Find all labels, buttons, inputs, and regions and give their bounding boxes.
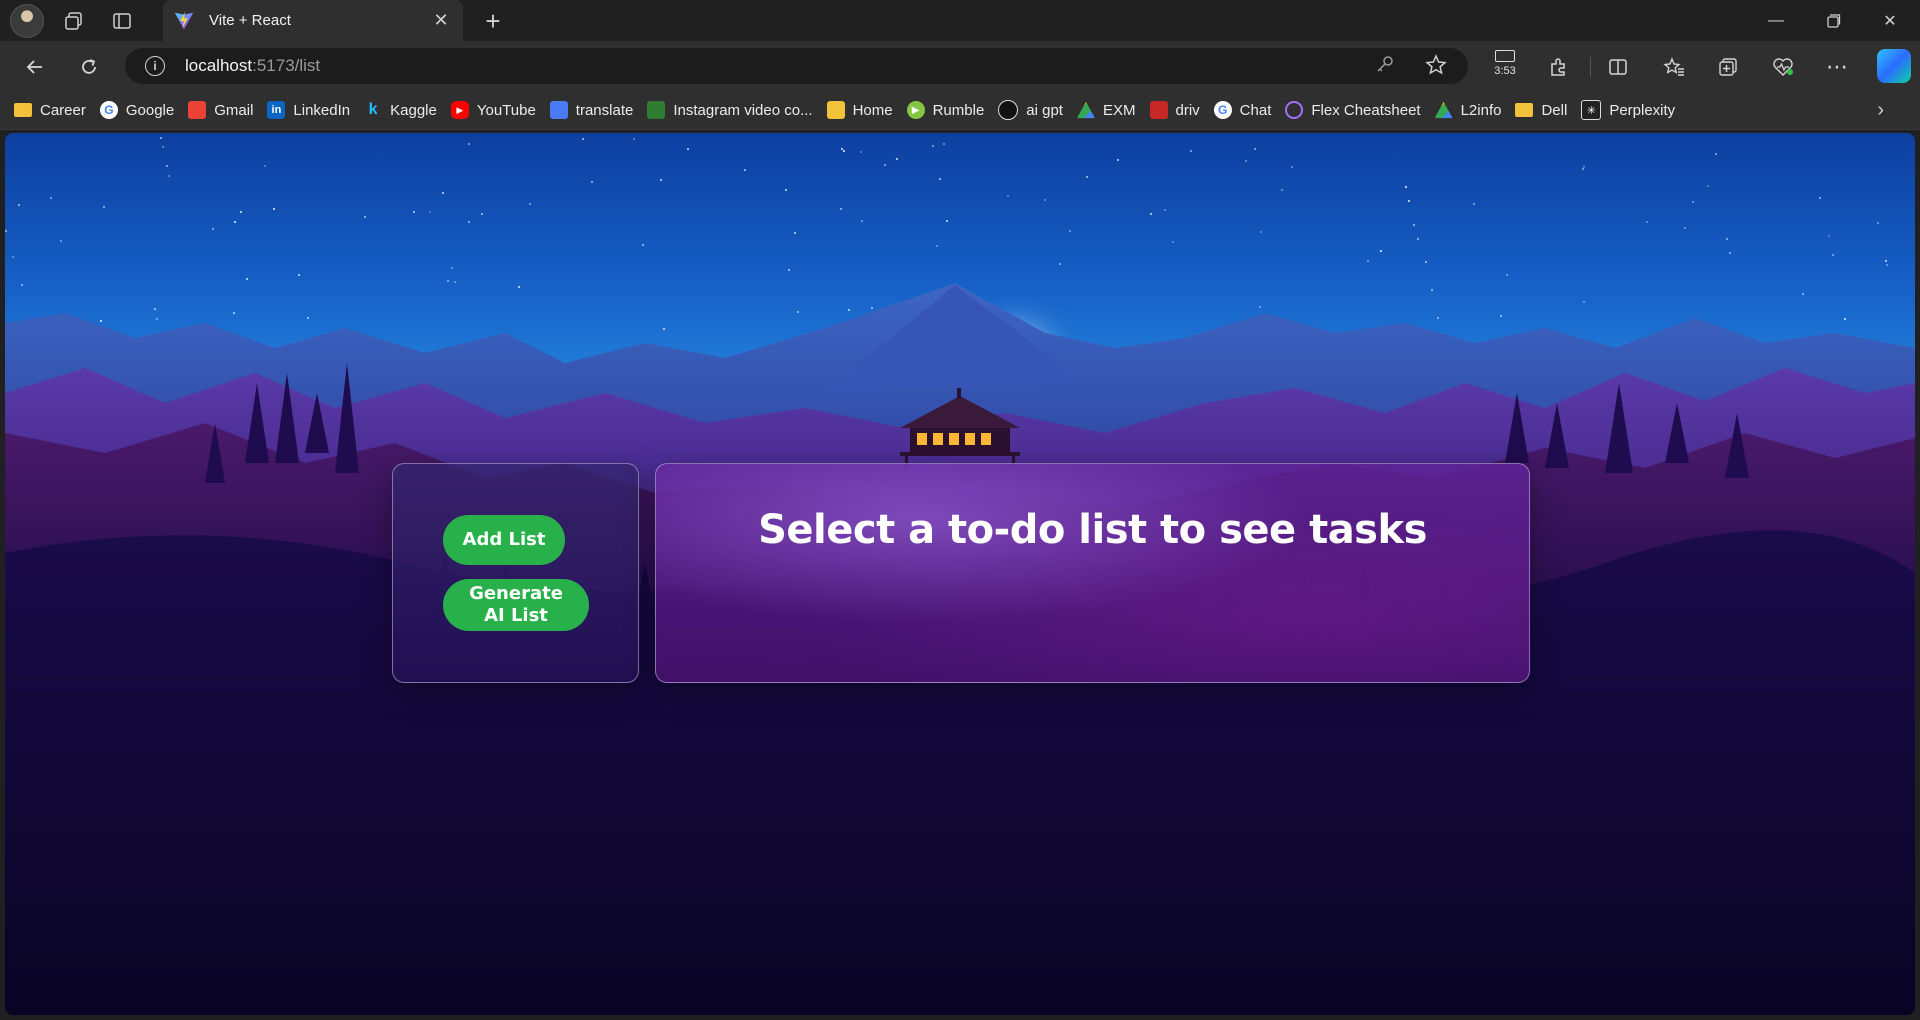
drive-icon [1434, 101, 1453, 119]
instagram-video-icon [647, 101, 666, 119]
bookmark-item[interactable]: translate [549, 101, 634, 119]
restore-icon[interactable] [1806, 0, 1862, 41]
favorite-star-icon[interactable] [1425, 54, 1447, 81]
bookmark-label: Dell [1541, 101, 1568, 119]
clock-text: 3:53 [1494, 65, 1516, 77]
google-icon: G [99, 101, 118, 119]
kaggle-icon: k [368, 101, 378, 118]
bookmark-label: driv [1175, 101, 1200, 119]
toolbar-separator [1590, 57, 1591, 77]
collections-icon[interactable] [1711, 50, 1745, 84]
bookmark-label: Gmail [214, 101, 254, 119]
bookmark-label: Chat [1239, 101, 1272, 119]
linkedin-icon: in [267, 101, 286, 119]
bookmark-item[interactable]: Flex Cheatsheet [1285, 101, 1421, 119]
gmail-icon [188, 101, 207, 119]
battery-icon [1495, 50, 1515, 62]
browser-essentials-icon[interactable] [1766, 50, 1800, 84]
workspaces-icon[interactable] [56, 3, 92, 39]
drive-icon [1076, 101, 1095, 119]
driv-icon [1149, 101, 1168, 119]
extensions-icon[interactable] [1541, 50, 1575, 84]
bookmark-item[interactable]: Dell [1515, 102, 1567, 119]
folder-icon [14, 103, 32, 117]
bookmark-item[interactable]: EXM [1076, 101, 1136, 119]
url-host: localhost [185, 56, 253, 75]
bookmark-item[interactable]: driv [1149, 101, 1200, 119]
google-icon: G [1213, 101, 1232, 119]
navigation-bar: i localhost:5173/list 3:53 ⋯ [0, 41, 1920, 91]
youtube-icon: ▶ [450, 101, 469, 119]
url-text[interactable]: localhost:5173/list [185, 56, 320, 76]
bookmark-item[interactable]: Instagram video co... [647, 101, 813, 119]
bookmark-item[interactable]: ai gpt [998, 100, 1063, 120]
bookmark-label: EXM [1102, 101, 1136, 119]
back-icon[interactable] [18, 50, 52, 84]
folder-icon [1515, 103, 1534, 117]
bookmark-label: Rumble [932, 101, 985, 119]
bookmark-label: LinkedIn [293, 101, 351, 119]
bookmarks-bar: Career G Google Gmail in LinkedIn k Kaggle ▶ YouT… [0, 91, 1920, 130]
tab-actions-icon[interactable] [104, 3, 140, 39]
close-tab-icon[interactable]: ✕ [427, 10, 455, 31]
tab-title: Vite + React [209, 12, 291, 29]
translate-icon [549, 101, 568, 119]
bookmark-label: Google [125, 101, 175, 119]
page-viewport: Add List Generate AI List Select a to-do… [5, 133, 1915, 1015]
minimize-icon[interactable]: — [1748, 0, 1804, 41]
bookmark-item[interactable]: Gmail [188, 101, 253, 119]
bookmark-item[interactable]: G Chat [1213, 101, 1272, 119]
bookmark-label: Career [40, 101, 86, 119]
more-menu-icon[interactable]: ⋯ [1820, 50, 1854, 84]
flex-icon [1285, 101, 1304, 119]
url-path: :5173/list [252, 56, 321, 75]
refresh-icon[interactable] [72, 50, 106, 84]
site-info-icon[interactable]: i [145, 56, 165, 76]
bookmark-label: ai gpt [1026, 101, 1063, 119]
bookmark-item[interactable]: Home [826, 101, 893, 119]
new-tab-icon[interactable]: + [478, 6, 508, 37]
bookmark-label: translate [575, 101, 634, 119]
bookmark-label: YouTube [476, 101, 536, 119]
vite-icon [174, 11, 194, 29]
empty-state-heading: Select a to-do list to see tasks [758, 507, 1427, 553]
password-key-icon[interactable] [1375, 54, 1395, 79]
bookmark-label: Instagram video co... [673, 101, 813, 119]
bookmarks-overflow-chevron-icon[interactable]: › [1877, 99, 1884, 122]
generate-ai-list-button[interactable]: Generate AI List [443, 579, 589, 631]
bookmark-item[interactable]: ✳ Perplexity [1581, 100, 1675, 120]
lists-sidebar: Add List Generate AI List [392, 463, 639, 683]
tasks-panel: Select a to-do list to see tasks [655, 463, 1530, 683]
address-bar[interactable]: i localhost:5173/list [125, 48, 1468, 84]
bookmark-label: L2info [1460, 101, 1502, 119]
perplexity-icon: ✳ [1581, 100, 1602, 120]
bookmark-item[interactable]: in LinkedIn [267, 101, 350, 119]
profile-avatar[interactable] [10, 3, 44, 38]
rumble-icon: ▶ [906, 101, 925, 119]
bookmark-item[interactable]: Career [14, 102, 86, 119]
battery-time-indicator[interactable]: 3:53 [1490, 47, 1520, 77]
title-bar: Vite + React ✕ + — ✕ [0, 0, 1920, 41]
openai-icon [998, 100, 1019, 120]
bookmark-item[interactable]: G Google [99, 101, 175, 119]
copilot-icon[interactable] [1877, 49, 1911, 83]
active-tab[interactable]: Vite + React ✕ [163, 0, 463, 41]
bookmark-item[interactable]: k Kaggle [364, 101, 437, 119]
favorites-icon[interactable] [1657, 50, 1691, 84]
split-screen-icon[interactable] [1601, 50, 1635, 84]
bookmark-label: Perplexity [1609, 101, 1676, 119]
bookmark-label: Flex Cheatsheet [1311, 101, 1421, 119]
add-list-button[interactable]: Add List [443, 515, 565, 565]
close-window-icon[interactable]: ✕ [1862, 0, 1918, 41]
bookmark-item[interactable]: ▶ Rumble [906, 101, 985, 119]
home-icon [826, 101, 845, 119]
cabin-illustration [900, 388, 1020, 468]
bookmark-label: Home [852, 101, 893, 119]
bookmark-item[interactable]: ▶ YouTube [450, 101, 536, 119]
bookmark-label: Kaggle [390, 101, 437, 119]
bookmark-item[interactable]: L2info [1434, 101, 1502, 119]
